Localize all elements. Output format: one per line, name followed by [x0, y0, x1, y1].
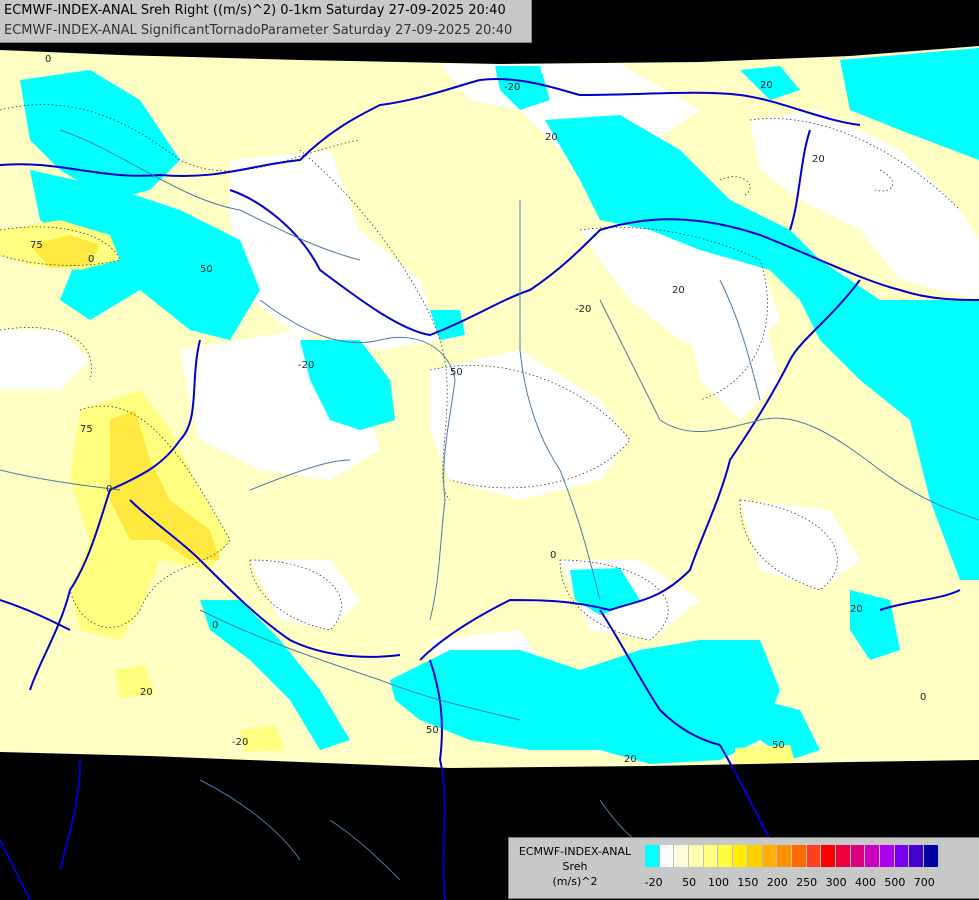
legend-source: ECMWF-INDEX-ANAL [518, 845, 632, 858]
contour-label: 0 [106, 484, 112, 495]
legend-swatch [850, 845, 866, 867]
legend-swatch [791, 845, 807, 867]
map-title-box: ECMWF-INDEX-ANAL Sreh Right ((m/s)^2) 0-… [0, 0, 532, 43]
legend-swatch [806, 845, 822, 867]
legend-swatch [674, 845, 690, 867]
legend-swatch [733, 845, 748, 867]
contour-label: -20 [232, 737, 248, 748]
legend-swatch [718, 845, 734, 867]
contour-label: 20 [812, 154, 825, 165]
contour-label: 50 [772, 740, 785, 751]
legend-tick-label: 700 [913, 876, 935, 889]
contour-label: -20 [298, 360, 314, 371]
contour-label: 20 [545, 132, 558, 143]
contour-label: 20 [624, 754, 637, 765]
contour-label: 50 [426, 725, 439, 736]
map-title-line-1: ECMWF-INDEX-ANAL Sreh Right ((m/s)^2) 0-… [4, 3, 506, 18]
legend-swatch [821, 845, 836, 867]
legend-tick-label: 250 [796, 876, 818, 889]
legend-swatch [762, 845, 778, 867]
legend-tick-label: 500 [884, 876, 906, 889]
sreh-map: 0 -20 20 50 75 0 20 20 -20 50 75 0 -20 2… [0, 0, 979, 900]
contour-label: 50 [450, 367, 463, 378]
contour-label: 0 [920, 692, 926, 703]
legend-variable: Sreh [562, 860, 588, 873]
legend-tick-label: 150 [737, 876, 759, 889]
contour-label: 0 [45, 54, 51, 65]
contour-label: 75 [80, 424, 93, 435]
contour-label: 75 [30, 240, 43, 251]
contour-label: -20 [575, 304, 591, 315]
legend-tick-label: 300 [825, 876, 847, 889]
contour-label: 0 [88, 254, 94, 265]
contour-label: 50 [200, 264, 213, 275]
legend-tick-label: -20 [644, 876, 663, 889]
contour-label: 20 [760, 80, 773, 91]
contour-label: 20 [140, 687, 153, 698]
legend-swatch [835, 845, 851, 867]
legend-swatch [689, 845, 704, 867]
color-legend: ECMWF-INDEX-ANAL Sreh (m/s)^2 -20 50 100 15… [508, 837, 979, 899]
legend-swatch [659, 845, 675, 867]
legend-swatch [645, 845, 660, 867]
contour-label: 20 [850, 604, 863, 615]
legend-title: ECMWF-INDEX-ANAL Sreh (m/s)^2 [511, 844, 639, 889]
legend-swatch [865, 845, 880, 867]
legend-tick-label: 50 [682, 876, 697, 889]
contour-label: 0 [212, 620, 218, 631]
legend-swatch [894, 845, 910, 867]
legend-swatch [777, 845, 792, 867]
legend-tick-label: 200 [766, 876, 788, 889]
legend-swatch [909, 845, 925, 867]
legend-swatch [880, 845, 895, 867]
contour-label: -20 [504, 82, 520, 93]
legend-tick-label: 100 [708, 876, 729, 889]
contour-label: 20 [672, 285, 685, 296]
legend-swatch [924, 845, 939, 867]
contour-label: 0 [550, 550, 556, 561]
legend-swatch [703, 845, 719, 867]
legend-swatch [747, 845, 763, 867]
legend-tick-label: 400 [855, 876, 876, 889]
legend-color-bar [645, 845, 939, 867]
legend-unit: (m/s)^2 [552, 875, 598, 888]
map-title-line-2: ECMWF-INDEX-ANAL SignificantTornadoParam… [4, 23, 513, 38]
